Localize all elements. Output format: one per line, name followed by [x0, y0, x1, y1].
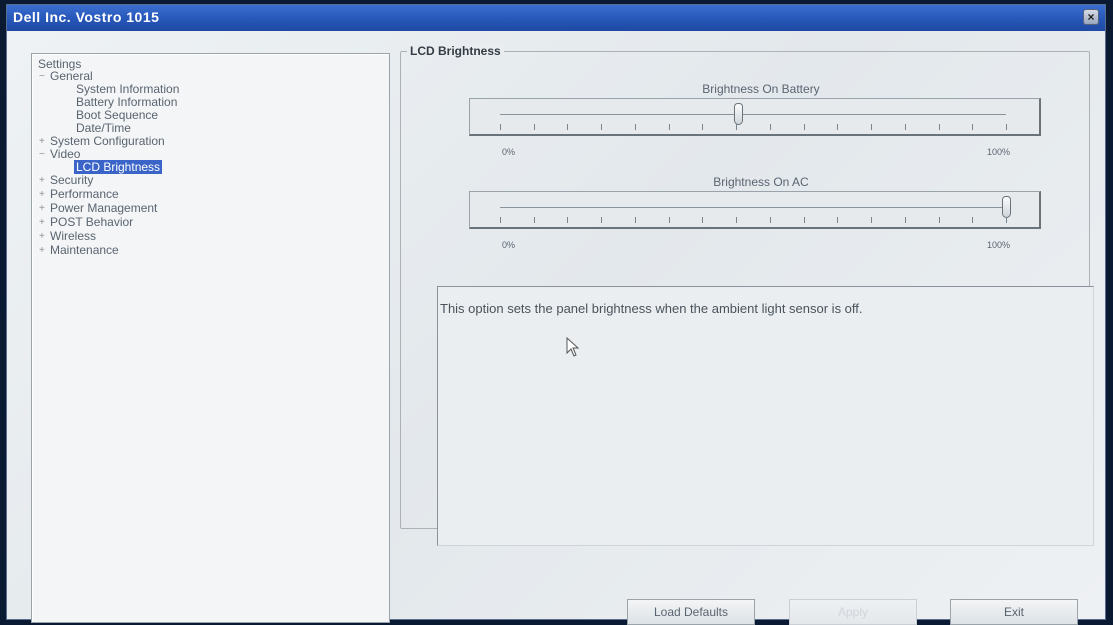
- tree-item-label: Performance: [50, 187, 119, 201]
- description-text: This option sets the panel brightness wh…: [440, 301, 863, 316]
- tree-item-label: Security: [50, 173, 94, 187]
- slider-tick: [534, 124, 535, 130]
- slider-thumb[interactable]: [734, 103, 743, 125]
- slider-tick: [500, 217, 501, 223]
- expand-icon[interactable]: +: [39, 216, 45, 229]
- tree-item-power-management[interactable]: + Power Management: [39, 201, 159, 215]
- expand-icon[interactable]: +: [39, 174, 45, 187]
- slider-tick: [635, 217, 636, 223]
- tree-item-label: LCD Brightness: [74, 160, 163, 174]
- slider-tick: [567, 124, 568, 130]
- expand-icon[interactable]: +: [39, 135, 45, 148]
- tree-item-label: General: [50, 69, 93, 83]
- slider-tick: [972, 124, 973, 130]
- slider-tick: [1006, 124, 1007, 130]
- ac-max-label: 100%: [987, 240, 1011, 250]
- slider-tick: [939, 124, 940, 130]
- tree-item-post-behavior[interactable]: + POST Behavior: [39, 215, 135, 229]
- tree-item-label: Date/Time: [76, 121, 131, 135]
- slider-tick: [939, 217, 940, 223]
- battery-min-label: 0%: [502, 147, 516, 157]
- slider-tick: [905, 124, 906, 130]
- arrow-cursor-icon: [566, 337, 580, 357]
- collapse-icon[interactable]: −: [39, 148, 45, 161]
- slider-tick: [702, 124, 703, 130]
- slider-tick: [669, 124, 670, 130]
- slider-track: [500, 207, 1006, 208]
- slider-tick: [669, 217, 670, 223]
- apply-button[interactable]: Apply: [789, 599, 917, 625]
- tree-item-label: System Information: [76, 82, 180, 96]
- slider-tick: [1006, 217, 1007, 223]
- tree-item-label: Boot Sequence: [76, 108, 159, 122]
- close-icon[interactable]: ×: [1083, 9, 1099, 25]
- tree-item-security[interactable]: + Security: [39, 173, 95, 187]
- ac-brightness-slider[interactable]: [469, 191, 1041, 229]
- description-box: This option sets the panel brightness wh…: [437, 286, 1094, 546]
- tree-item-label: System Configuration: [50, 134, 165, 148]
- tree-item-label: Wireless: [50, 229, 97, 243]
- ac-slider-title: Brightness On AC: [713, 175, 809, 189]
- expand-icon[interactable]: +: [39, 230, 45, 243]
- group-label: LCD Brightness: [407, 44, 504, 58]
- expand-icon[interactable]: +: [39, 188, 45, 201]
- title-bar: Dell Inc. Vostro 1015 ×: [7, 5, 1105, 31]
- ac-min-label: 0%: [502, 240, 516, 250]
- tree-item-performance[interactable]: + Performance: [39, 187, 121, 201]
- battery-brightness-slider[interactable]: [469, 98, 1041, 136]
- slider-tick: [905, 217, 906, 223]
- slider-thumb[interactable]: [1002, 196, 1011, 218]
- slider-tick: [567, 217, 568, 223]
- slider-tick: [702, 217, 703, 223]
- tree-item-label: POST Behavior: [50, 215, 134, 229]
- slider-tick: [804, 217, 805, 223]
- slider-tick: [736, 217, 737, 223]
- slider-tick: [871, 217, 872, 223]
- client-area: Settings − General System Information Ba…: [7, 31, 1105, 625]
- battery-slider-title: Brightness On Battery: [702, 82, 820, 96]
- slider-tick: [770, 217, 771, 223]
- tree-item-label: Maintenance: [50, 243, 119, 257]
- slider-track: [500, 114, 1006, 115]
- slider-tick: [635, 124, 636, 130]
- slider-tick: [500, 124, 501, 130]
- collapse-icon[interactable]: −: [39, 70, 45, 83]
- load-defaults-button[interactable]: Load Defaults: [627, 599, 755, 625]
- tree-item-label: Battery Information: [76, 95, 178, 109]
- tree-item-maintenance[interactable]: + Maintenance: [39, 243, 121, 257]
- battery-max-label: 100%: [987, 147, 1011, 157]
- tree-item-label: Power Management: [50, 201, 158, 215]
- slider-tick: [972, 217, 973, 223]
- slider-tick: [837, 124, 838, 130]
- slider-tick: [601, 217, 602, 223]
- slider-tick: [736, 124, 737, 130]
- exit-button[interactable]: Exit: [950, 599, 1078, 625]
- bios-window: Dell Inc. Vostro 1015 × Settings − Gener…: [6, 4, 1106, 625]
- slider-tick: [804, 124, 805, 130]
- tree-item-label: Video: [50, 147, 81, 161]
- expand-icon[interactable]: +: [39, 244, 45, 257]
- slider-tick: [601, 124, 602, 130]
- expand-icon[interactable]: +: [39, 202, 45, 215]
- settings-tree-panel: Settings − General System Information Ba…: [31, 53, 390, 623]
- tree-item-wireless[interactable]: + Wireless: [39, 229, 98, 243]
- slider-tick: [770, 124, 771, 130]
- slider-tick: [871, 124, 872, 130]
- slider-tick: [837, 217, 838, 223]
- slider-tick: [534, 217, 535, 223]
- window-title: Dell Inc. Vostro 1015: [13, 9, 160, 25]
